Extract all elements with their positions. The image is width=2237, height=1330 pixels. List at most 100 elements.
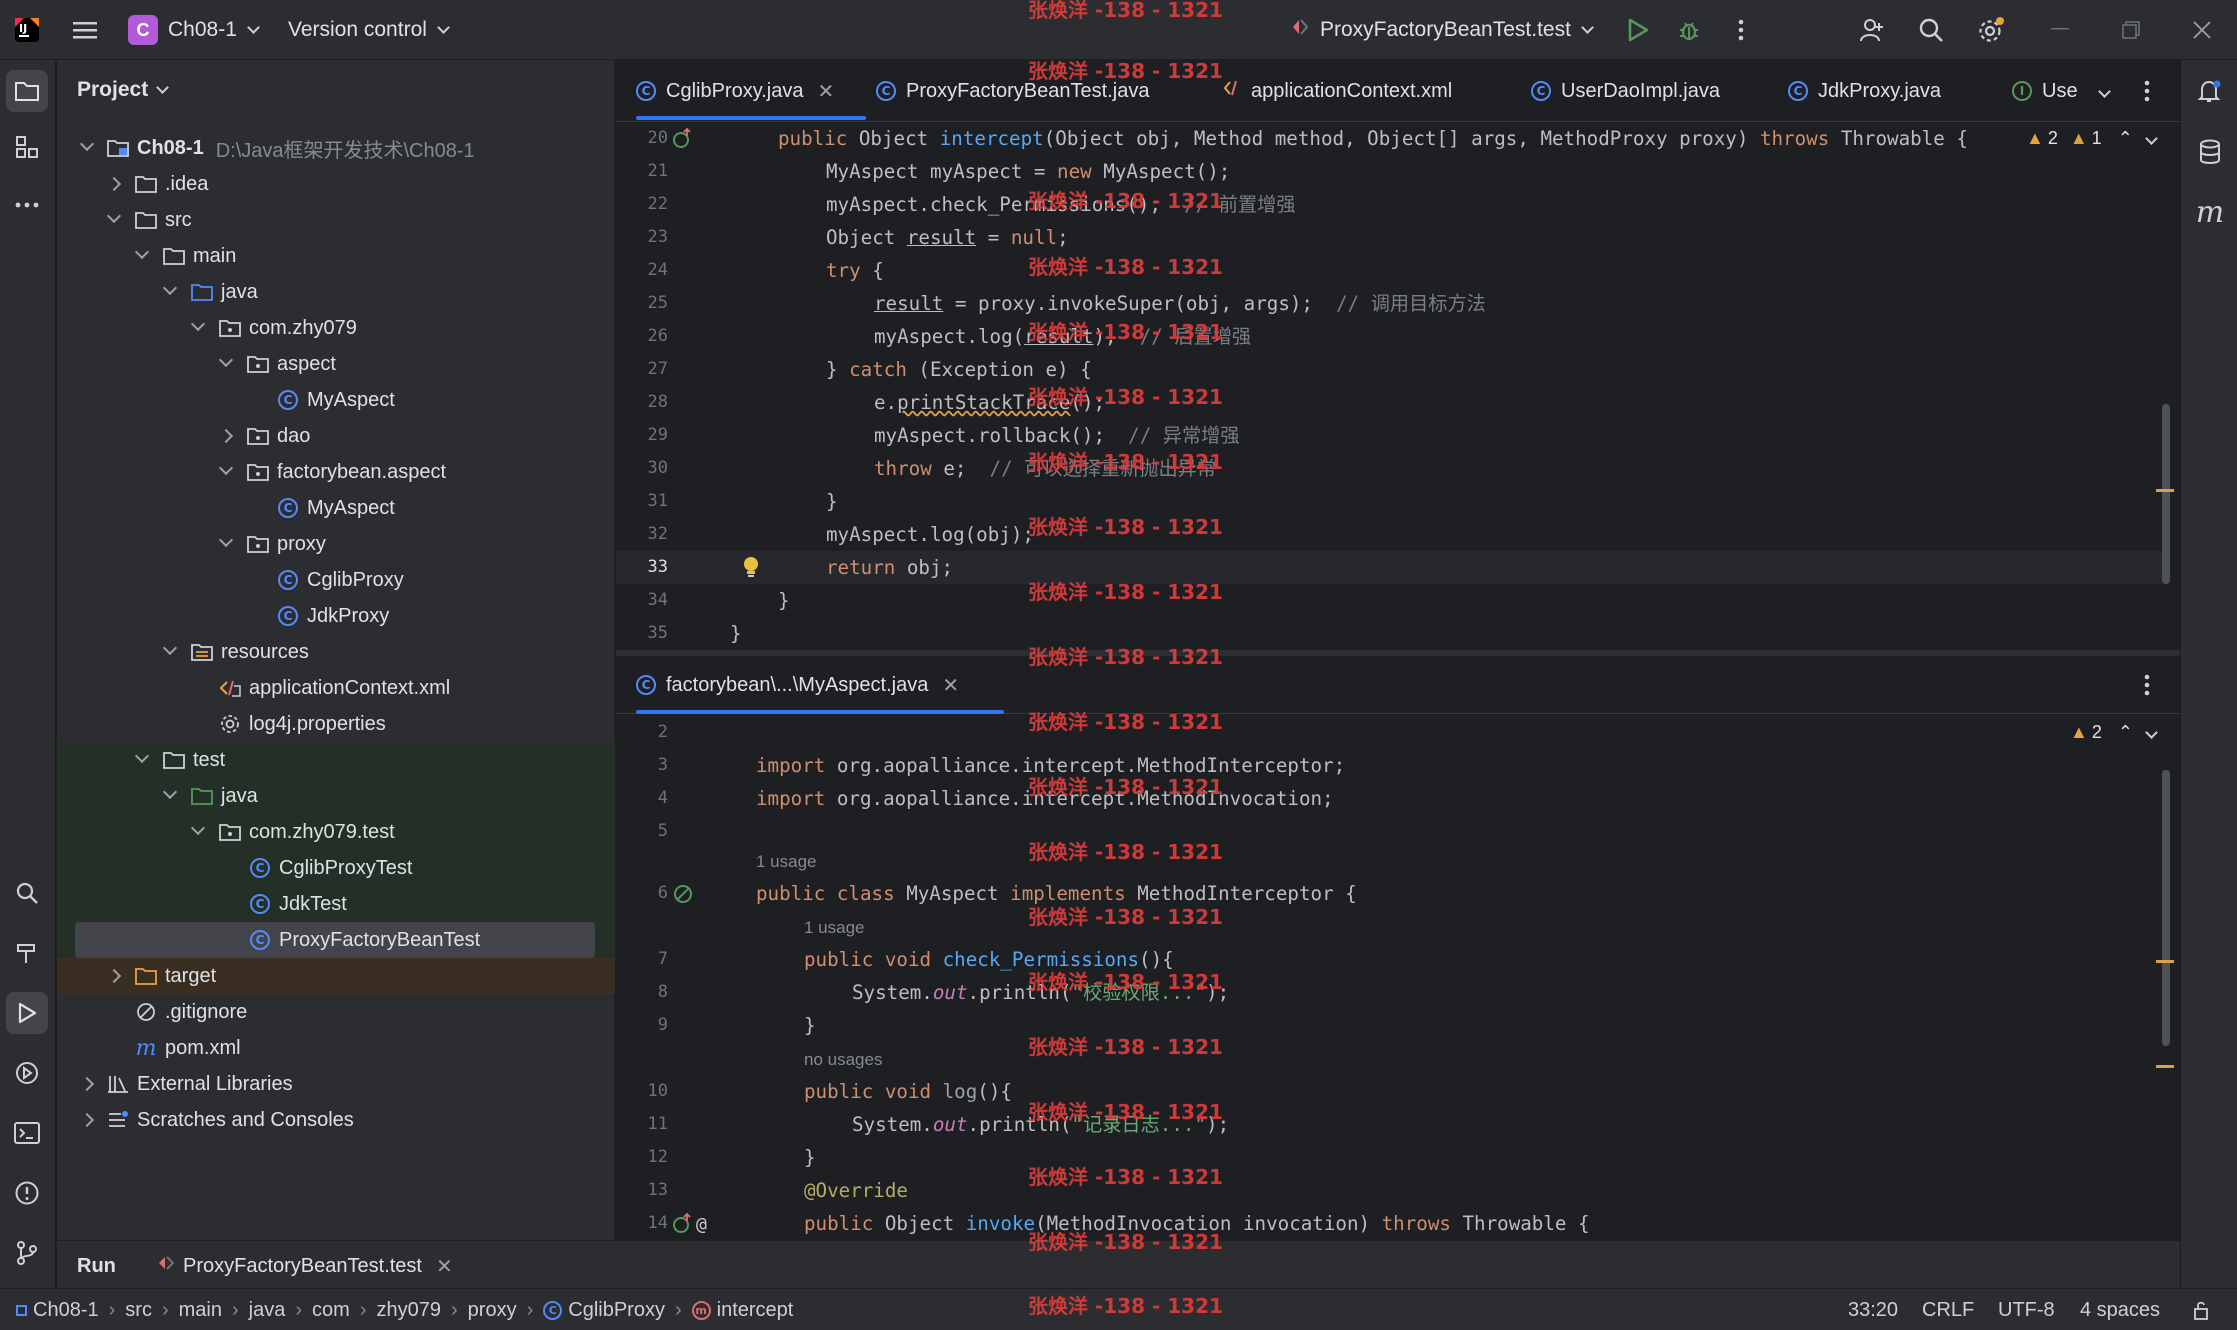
expand-arrow-icon[interactable] xyxy=(218,352,234,368)
expand-arrow-icon[interactable] xyxy=(190,820,206,836)
find-tool-icon[interactable] xyxy=(6,872,48,914)
usage-hint[interactable]: 1 usage xyxy=(804,918,865,938)
tree-item-aspect[interactable]: aspect xyxy=(57,346,615,382)
tree-item-idea[interactable]: .idea xyxy=(57,166,615,202)
more-tools-icon[interactable] xyxy=(6,184,48,226)
warning-stripe-mark[interactable] xyxy=(2156,960,2174,963)
expand-arrow-icon[interactable] xyxy=(79,1076,95,1092)
expand-arrow-icon[interactable] xyxy=(106,208,122,224)
breadcrumb-item[interactable]: java xyxy=(249,1299,286,1322)
breadcrumb-item[interactable]: CglibProxy xyxy=(568,1299,665,1322)
implementation-gutter-icon[interactable]: @ xyxy=(672,1213,707,1235)
tree-item-gitignore[interactable]: .gitignore xyxy=(57,994,615,1030)
git-tool-icon[interactable] xyxy=(6,1232,48,1274)
expand-arrow-icon[interactable] xyxy=(218,460,234,476)
tree-item-test[interactable]: test xyxy=(57,742,615,778)
expand-arrow-icon[interactable] xyxy=(218,428,234,444)
breadcrumb-item[interactable]: Ch08-1 xyxy=(33,1299,99,1322)
lock-icon[interactable] xyxy=(2192,1289,2212,1330)
chevron-down-icon[interactable] xyxy=(2144,132,2158,145)
lightbulb-icon[interactable] xyxy=(742,556,760,586)
close-window-icon[interactable] xyxy=(2187,15,2217,45)
tab-jdkproxy[interactable]: C JdkProxy.java xyxy=(1788,62,1941,120)
tab-factorybean-myaspect[interactable]: C factorybean\...\MyAspect.java ✕ xyxy=(636,656,1004,714)
breadcrumb-item[interactable]: main xyxy=(179,1299,222,1322)
tree-item-java[interactable]: java xyxy=(57,274,615,310)
breadcrumb-item[interactable]: src xyxy=(125,1299,152,1322)
tab-more-icon[interactable] xyxy=(2144,62,2150,120)
warning-stripe-mark[interactable] xyxy=(2156,1065,2174,1068)
editor-bottom-myaspect[interactable]: 2 3 4 5 6 7 8 9 10 11 12 13 14 @ import … xyxy=(616,714,2180,1240)
tree-item-log4j[interactable]: log4j.properties xyxy=(57,706,615,742)
minimize-icon[interactable] xyxy=(2045,15,2075,45)
expand-arrow-icon[interactable] xyxy=(134,748,150,764)
tree-item-factorybean-aspect[interactable]: factorybean.aspect xyxy=(57,454,615,490)
notifications-bell-icon[interactable] xyxy=(2189,71,2231,113)
run-tab[interactable]: ProxyFactoryBeanTest.test ✕ xyxy=(157,1241,453,1291)
tree-item-external-libraries[interactable]: External Libraries xyxy=(57,1066,615,1102)
tree-item-jdkproxy[interactable]: C JdkProxy xyxy=(57,598,615,634)
expand-arrow-icon[interactable] xyxy=(162,640,178,656)
caret-position[interactable]: 33:20 xyxy=(1848,1289,1898,1330)
editor-scrollbar[interactable] xyxy=(2162,770,2170,1046)
project-switcher[interactable]: C Ch08-1 xyxy=(128,0,260,60)
debug-icon[interactable] xyxy=(1674,15,1704,45)
maven-tool-icon[interactable]: m xyxy=(2189,191,2231,233)
run-tool-icon[interactable] xyxy=(6,992,48,1034)
expand-arrow-icon[interactable] xyxy=(106,176,122,192)
tree-item-myaspect[interactable]: C MyAspect xyxy=(57,382,615,418)
run-config-selector[interactable]: ProxyFactoryBeanTest.test xyxy=(1290,0,1594,60)
breadcrumb-item[interactable]: proxy xyxy=(468,1299,517,1322)
close-tab-icon[interactable]: ✕ xyxy=(817,79,834,104)
no-bean-gutter-icon[interactable] xyxy=(672,883,694,911)
expand-arrow-icon[interactable] xyxy=(218,532,234,548)
structure-tool-icon[interactable] xyxy=(6,126,48,168)
expand-arrow-icon[interactable] xyxy=(190,316,206,332)
services-tool-icon[interactable] xyxy=(6,1052,48,1094)
tree-item-pom[interactable]: m pom.xml xyxy=(57,1030,615,1066)
tree-item-main[interactable]: main xyxy=(57,238,615,274)
tree-item-dao[interactable]: dao xyxy=(57,418,615,454)
tree-item-package[interactable]: com.zhy079 xyxy=(57,310,615,346)
tab-cglibproxy[interactable]: C CglibProxy.java ✕ xyxy=(636,62,866,120)
restore-icon[interactable] xyxy=(2116,15,2146,45)
main-menu-icon[interactable] xyxy=(70,15,100,45)
terminal-tool-icon[interactable] xyxy=(6,1112,48,1154)
settings-gear-icon[interactable] xyxy=(1976,15,2006,45)
tree-item-jdktest[interactable]: C JdkTest xyxy=(57,886,615,922)
tree-item-test-java[interactable]: java xyxy=(57,778,615,814)
database-tool-icon[interactable] xyxy=(2189,131,2231,173)
tree-item-scratches[interactable]: Scratches and Consoles xyxy=(57,1102,615,1138)
build-hammer-icon[interactable] xyxy=(6,932,48,974)
expand-arrow-icon[interactable] xyxy=(106,968,122,984)
breadcrumb-item[interactable]: com xyxy=(312,1299,350,1322)
project-panel-header[interactable]: Project xyxy=(77,78,170,102)
more-actions-icon[interactable] xyxy=(1726,15,1756,45)
tab-userdaoimpl[interactable]: C UserDaoImpl.java xyxy=(1531,62,1720,120)
file-encoding[interactable]: UTF-8 xyxy=(1998,1289,2055,1330)
tab-applicationcontext[interactable]: applicationContext.xml xyxy=(1223,62,1452,120)
indent-setting[interactable]: 4 spaces xyxy=(2080,1289,2160,1330)
override-gutter-icon[interactable] xyxy=(672,127,694,156)
split-more-icon[interactable] xyxy=(2144,656,2150,714)
editor-top-cglibproxy[interactable]: 20 21 22 23 24 25 26 27 28 29 30 31 32 3… xyxy=(616,122,2180,650)
breadcrumb-item[interactable]: zhy079 xyxy=(377,1299,442,1322)
tree-item-proxyfactorybeantest[interactable]: C ProxyFactoryBeanTest xyxy=(57,922,615,958)
tree-item-target[interactable]: target xyxy=(57,958,615,994)
usage-hint[interactable]: 1 usage xyxy=(756,852,817,872)
editor-scrollbar[interactable] xyxy=(2162,404,2170,584)
usage-hint[interactable]: no usages xyxy=(804,1050,882,1070)
inspection-widget-bottom[interactable]: ▲ 2 ⌃ xyxy=(2070,722,2158,743)
run-label[interactable]: Run xyxy=(77,1241,116,1291)
tree-item-proxy[interactable]: proxy xyxy=(57,526,615,562)
project-tool-icon[interactable] xyxy=(6,70,48,112)
problems-tool-icon[interactable] xyxy=(6,1172,48,1214)
tree-item-resources[interactable]: resources xyxy=(57,634,615,670)
expand-arrow-icon[interactable] xyxy=(162,784,178,800)
chevron-down-icon[interactable] xyxy=(2145,726,2158,739)
line-separator[interactable]: CRLF xyxy=(1922,1289,1974,1330)
vcs-menu[interactable]: Version control xyxy=(288,0,450,60)
tree-item-applicationcontext[interactable]: applicationContext.xml xyxy=(57,670,615,706)
tree-item-myaspect-2[interactable]: C MyAspect xyxy=(57,490,615,526)
expand-arrow-icon[interactable] xyxy=(162,280,178,296)
